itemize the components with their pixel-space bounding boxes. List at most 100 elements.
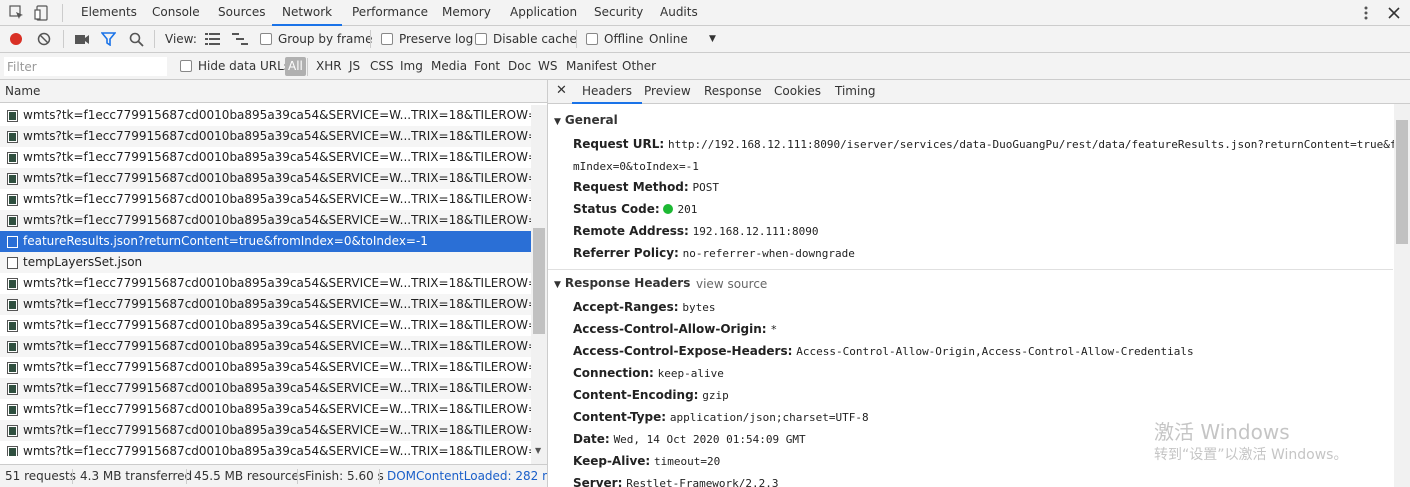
- clear-icon[interactable]: [37, 32, 51, 49]
- request-url-row: Request URL: http://192.168.12.111:8090/…: [573, 137, 1410, 151]
- tab-security[interactable]: Security: [593, 0, 644, 26]
- transferred-size: 4.3 MB transferred: [80, 469, 193, 483]
- filter-type-js[interactable]: JS: [349, 53, 360, 79]
- list-header: Name: [0, 80, 547, 103]
- view-source-link[interactable]: view source: [696, 277, 767, 291]
- hide-data-urls-label: Hide data URLs: [198, 59, 291, 73]
- table-row[interactable]: wmts?tk=f1ecc779915687cd0010ba895a39ca54…: [0, 357, 531, 378]
- general-section-toggle[interactable]: ▼ General: [554, 113, 618, 127]
- hide-data-urls-checkbox[interactable]: [180, 60, 192, 72]
- request-list: Name wmts?tk=f1ecc779915687cd0010ba895a3…: [0, 80, 547, 464]
- filter-type-ws[interactable]: WS: [538, 53, 557, 79]
- tab-headers[interactable]: Headers: [572, 80, 642, 104]
- tab-timing[interactable]: Timing: [835, 80, 876, 104]
- filter-type-font[interactable]: Font: [474, 53, 500, 79]
- table-row[interactable]: wmts?tk=f1ecc779915687cd0010ba895a39ca54…: [0, 105, 531, 126]
- tab-response[interactable]: Response: [704, 80, 762, 104]
- resources-size: 45.5 MB resources: [194, 469, 306, 483]
- tab-network[interactable]: Network: [272, 0, 343, 26]
- header-value: Restlet-Framework/2.2.3: [626, 477, 779, 487]
- filter-type-doc[interactable]: Doc: [508, 53, 531, 79]
- tab-audits[interactable]: Audits: [659, 0, 699, 26]
- table-row[interactable]: wmts?tk=f1ecc779915687cd0010ba895a39ca54…: [0, 315, 531, 336]
- screenshot-camera-icon[interactable]: [74, 32, 90, 49]
- section-divider: [548, 269, 1393, 270]
- tab-console[interactable]: Console: [151, 0, 201, 26]
- table-row[interactable]: wmts?tk=f1ecc779915687cd0010ba895a39ca54…: [0, 420, 531, 441]
- table-row[interactable]: wmts?tk=f1ecc779915687cd0010ba895a39ca54…: [0, 168, 531, 189]
- waterfall-overview-icon[interactable]: [232, 33, 248, 48]
- request-url-row-cont: mIndex=0&toIndex=-1: [573, 159, 699, 173]
- table-row[interactable]: wmts?tk=f1ecc779915687cd0010ba895a39ca54…: [0, 441, 531, 456]
- filter-input[interactable]: [4, 57, 167, 76]
- request-name: wmts?tk=f1ecc779915687cd0010ba895a39ca54…: [23, 150, 531, 164]
- scroll-down-arrow-icon[interactable]: ▼: [535, 446, 541, 455]
- table-row[interactable]: wmts?tk=f1ecc779915687cd0010ba895a39ca54…: [0, 294, 531, 315]
- disable-cache-checkbox[interactable]: [475, 33, 487, 45]
- header-value: gzip: [702, 389, 729, 402]
- preserve-log-checkbox[interactable]: [381, 33, 393, 45]
- table-row[interactable]: wmts?tk=f1ecc779915687cd0010ba895a39ca54…: [0, 189, 531, 210]
- general-section-title: General: [564, 113, 618, 127]
- table-row[interactable]: wmts?tk=f1ecc779915687cd0010ba895a39ca54…: [0, 147, 531, 168]
- filter-type-css[interactable]: CSS: [370, 53, 394, 79]
- table-row-selected[interactable]: featureResults.json?returnContent=true&f…: [0, 231, 531, 252]
- image-file-icon: [7, 362, 18, 374]
- tab-cookies[interactable]: Cookies: [774, 80, 821, 104]
- tab-application[interactable]: Application: [509, 0, 578, 26]
- table-row[interactable]: tempLayersSet.json: [0, 252, 531, 273]
- table-row[interactable]: wmts?tk=f1ecc779915687cd0010ba895a39ca54…: [0, 399, 531, 420]
- filter-type-other[interactable]: Other: [622, 53, 656, 79]
- tab-elements[interactable]: Elements: [80, 0, 138, 26]
- detail-scrollbar-thumb[interactable]: [1396, 120, 1408, 244]
- request-url-value-cont: mIndex=0&toIndex=-1: [573, 160, 699, 173]
- request-method-value: POST: [692, 181, 720, 194]
- large-rows-icon[interactable]: [205, 33, 220, 48]
- search-icon[interactable]: [129, 32, 144, 50]
- header-value: *: [770, 323, 778, 336]
- table-row[interactable]: wmts?tk=f1ecc779915687cd0010ba895a39ca54…: [0, 210, 531, 231]
- table-row[interactable]: wmts?tk=f1ecc779915687cd0010ba895a39ca54…: [0, 378, 531, 399]
- table-row[interactable]: wmts?tk=f1ecc779915687cd0010ba895a39ca54…: [0, 126, 531, 147]
- response-headers-section-toggle[interactable]: ▼ Response Headers: [554, 276, 690, 290]
- header-key: Date:: [573, 432, 610, 446]
- inspect-element-icon[interactable]: [9, 5, 25, 21]
- image-file-icon: [7, 278, 18, 290]
- chevron-down-icon[interactable]: ▼: [709, 26, 716, 52]
- offline-label: Offline: [604, 32, 644, 46]
- tab-sources[interactable]: Sources: [217, 0, 266, 26]
- header-value: bytes: [682, 301, 716, 314]
- tab-memory[interactable]: Memory: [441, 0, 492, 26]
- separator: [63, 30, 64, 48]
- filter-type-manifest[interactable]: Manifest: [566, 53, 617, 79]
- throttling-select[interactable]: Online: [649, 26, 688, 52]
- offline-checkbox[interactable]: [586, 33, 598, 45]
- device-toolbar-icon[interactable]: [34, 5, 50, 21]
- name-column-header[interactable]: Name: [5, 84, 40, 98]
- request-name: wmts?tk=f1ecc779915687cd0010ba895a39ca54…: [23, 192, 531, 206]
- record-icon[interactable]: [9, 32, 23, 49]
- tab-preview[interactable]: Preview: [644, 80, 691, 104]
- image-file-icon: [7, 110, 18, 122]
- image-file-icon: [7, 215, 18, 227]
- filter-type-xhr[interactable]: XHR: [316, 53, 342, 79]
- list-scrollbar-thumb[interactable]: [533, 228, 545, 334]
- request-rows: wmts?tk=f1ecc779915687cd0010ba895a39ca54…: [0, 105, 531, 456]
- close-devtools-icon[interactable]: [1386, 5, 1402, 21]
- group-by-frame-checkbox[interactable]: [260, 33, 272, 45]
- header-key: Access-Control-Allow-Origin:: [573, 322, 767, 336]
- filter-funnel-icon[interactable]: [100, 32, 117, 49]
- table-row[interactable]: wmts?tk=f1ecc779915687cd0010ba895a39ca54…: [0, 273, 531, 294]
- image-file-icon: [7, 299, 18, 311]
- more-options-icon[interactable]: [1358, 5, 1374, 21]
- filter-type-media[interactable]: Media: [431, 53, 467, 79]
- filter-type-all[interactable]: All: [285, 57, 306, 76]
- filter-bar: Hide data URLs All XHR JS CSS Img Media …: [0, 53, 1410, 80]
- close-icon[interactable]: ✕: [556, 83, 567, 98]
- image-file-icon: [7, 320, 18, 332]
- tab-performance[interactable]: Performance: [351, 0, 429, 26]
- request-name: wmts?tk=f1ecc779915687cd0010ba895a39ca54…: [23, 444, 531, 456]
- filter-type-img[interactable]: Img: [400, 53, 423, 79]
- request-name: wmts?tk=f1ecc779915687cd0010ba895a39ca54…: [23, 381, 531, 395]
- table-row[interactable]: wmts?tk=f1ecc779915687cd0010ba895a39ca54…: [0, 336, 531, 357]
